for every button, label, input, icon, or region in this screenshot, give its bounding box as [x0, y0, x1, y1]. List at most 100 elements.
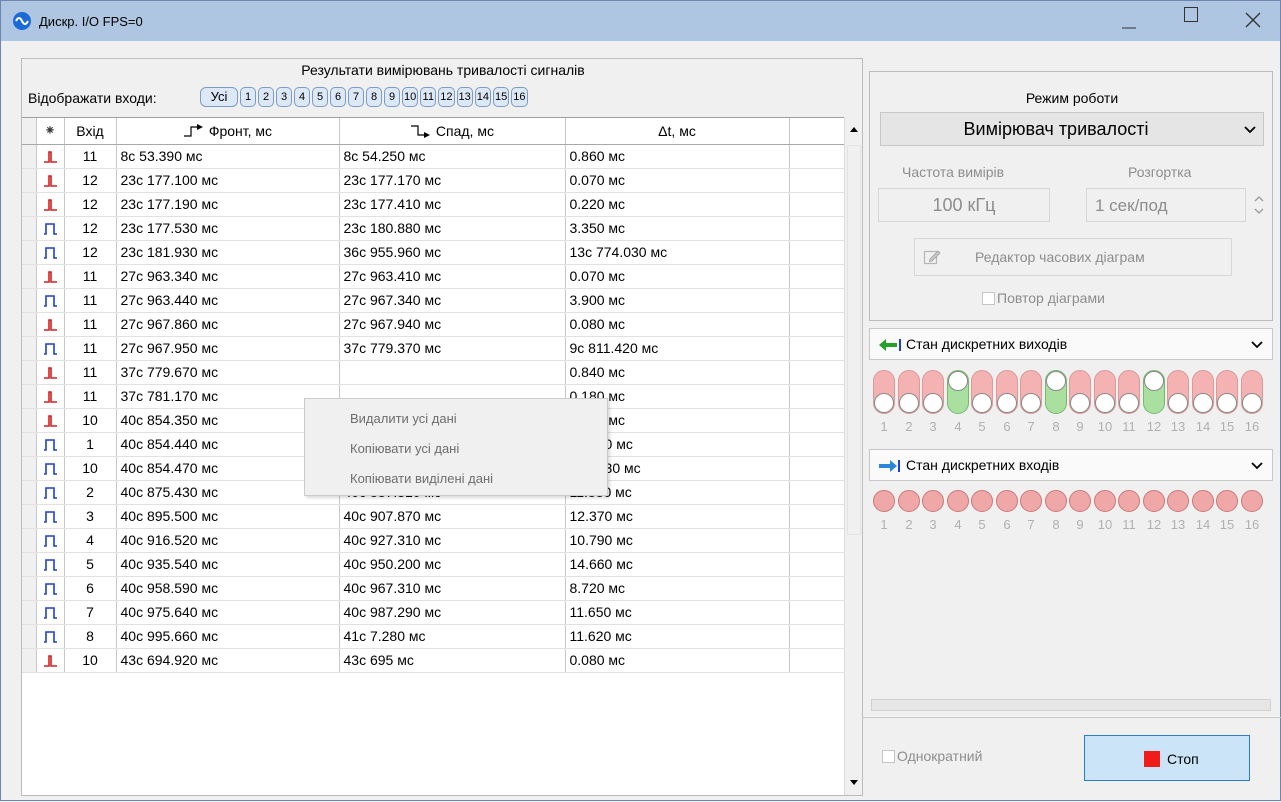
filter-button-2[interactable]: 2 [258, 87, 274, 107]
row-indicator[interactable] [22, 648, 37, 673]
filter-button-4[interactable]: 4 [294, 87, 310, 107]
row-indicator[interactable] [22, 240, 37, 265]
filter-button-1[interactable]: 1 [240, 87, 256, 107]
row-indicator[interactable] [22, 456, 37, 481]
row-indicator[interactable] [22, 624, 37, 649]
row-indicator[interactable] [22, 432, 37, 457]
table-row[interactable]: 12 23с 177.530 мс 23с 180.880 мс 3.350 мс [22, 216, 844, 241]
output-toggle-6[interactable] [996, 370, 1018, 414]
row-indicator[interactable] [22, 144, 37, 169]
row-indicator[interactable] [22, 408, 37, 433]
maximize-button[interactable] [1169, 1, 1215, 41]
table-row[interactable]: 12 23с 177.100 мс 23с 177.170 мс 0.070 мс [22, 168, 844, 193]
row-indicator[interactable] [22, 360, 37, 385]
right-panel-scrollbar[interactable] [871, 699, 1271, 711]
single-shot-checkbox[interactable]: Однократний [882, 748, 982, 764]
filter-button-9[interactable]: 9 [384, 87, 400, 107]
table-row[interactable]: 5 40с 935.540 мс 40с 950.200 мс 14.660 мс [22, 552, 844, 577]
table-row[interactable]: 8 40с 995.660 мс 41с 7.280 мс 11.620 мс [22, 624, 844, 649]
filter-button-13[interactable]: 13 [456, 87, 473, 107]
output-toggle-9[interactable] [1069, 370, 1091, 414]
table-row[interactable]: 11 27с 967.950 мс 37с 779.370 мс 9с 811.420… [22, 336, 844, 361]
output-toggle-10[interactable] [1094, 370, 1116, 414]
scroll-up-icon[interactable] [845, 121, 863, 139]
output-toggle-7[interactable] [1020, 370, 1042, 414]
row-indicator[interactable] [22, 312, 37, 337]
column-header-icon[interactable]: ⁕ [36, 118, 65, 145]
table-row[interactable]: 3 40с 895.500 мс 40с 907.870 мс 12.370 мс [22, 504, 844, 529]
table-vertical-scrollbar[interactable] [844, 117, 862, 795]
scrollbar-thumb[interactable] [847, 145, 861, 535]
column-header-dt[interactable]: Δt, мс [565, 118, 790, 145]
row-indicator[interactable] [22, 504, 37, 529]
sweep-field[interactable]: 1 сек/под [1086, 188, 1246, 222]
filter-button-16[interactable]: 16 [511, 87, 528, 107]
table-row[interactable]: 12 23с 181.930 мс 36с 955.960 мс 13с 774.03… [22, 240, 844, 265]
filter-button-10[interactable]: 10 [402, 87, 419, 107]
table-row[interactable]: 11 27с 963.440 мс 27с 967.340 мс 3.900 мс [22, 288, 844, 313]
stop-button[interactable]: Стоп [1084, 735, 1250, 781]
output-toggle-4[interactable] [947, 370, 969, 414]
output-toggle-13[interactable] [1167, 370, 1189, 414]
row-indicator[interactable] [22, 336, 37, 361]
filter-button-3[interactable]: 3 [276, 87, 292, 107]
output-toggle-11[interactable] [1118, 370, 1140, 414]
column-header-front[interactable]: Фронт, мс [116, 118, 340, 145]
filter-button-all[interactable]: Усі [200, 87, 238, 107]
close-button[interactable] [1229, 1, 1275, 41]
row-indicator[interactable] [22, 264, 37, 289]
filter-button-14[interactable]: 14 [474, 87, 491, 107]
inputs-header[interactable]: Стан дискретних входів [869, 449, 1273, 481]
filter-button-12[interactable]: 12 [438, 87, 455, 107]
repeat-diagram-checkbox[interactable]: Повтор діаграми [982, 290, 1105, 306]
output-toggle-1[interactable] [873, 370, 895, 414]
row-indicator[interactable] [22, 600, 37, 625]
row-indicator[interactable] [22, 528, 37, 553]
output-toggle-14[interactable] [1192, 370, 1214, 414]
checkbox-box[interactable] [982, 292, 995, 305]
column-header-input[interactable]: Вхід [64, 118, 117, 145]
row-indicator[interactable] [22, 168, 37, 193]
filter-button-5[interactable]: 5 [312, 87, 328, 107]
output-toggle-12[interactable] [1143, 370, 1165, 414]
outputs-header[interactable]: Стан дискретних виходів [869, 328, 1273, 360]
table-row[interactable]: 12 23с 177.190 мс 23с 177.410 мс 0.220 мс [22, 192, 844, 217]
filter-button-7[interactable]: 7 [348, 87, 364, 107]
table-row[interactable]: 11 27с 967.860 мс 27с 967.940 мс 0.080 мс [22, 312, 844, 337]
table-row[interactable]: 7 40с 975.640 мс 40с 987.290 мс 11.650 мс [22, 600, 844, 625]
row-indicator[interactable] [22, 192, 37, 217]
menu-item-copy-selected[interactable]: Копіювати виділені дані [350, 471, 493, 486]
row-indicator[interactable] [22, 384, 37, 409]
diagram-editor-button[interactable]: Редактор часових діаграм [914, 238, 1232, 276]
output-toggle-15[interactable] [1216, 370, 1238, 414]
table-row[interactable]: 11 37с 779.670 мс 0.840 мс [22, 360, 844, 385]
filter-button-11[interactable]: 11 [420, 87, 437, 107]
output-toggle-2[interactable] [898, 370, 920, 414]
row-indicator[interactable] [22, 480, 37, 505]
column-header-fall[interactable]: Спад, мс [339, 118, 566, 145]
table-row[interactable]: 11 8с 53.390 мс 8с 54.250 мс 0.860 мс [22, 144, 844, 169]
table-row[interactable]: 6 40с 958.590 мс 40с 967.310 мс 8.720 мс [22, 576, 844, 601]
filter-button-6[interactable]: 6 [330, 87, 346, 107]
sweep-spin-icon[interactable] [1248, 188, 1270, 222]
filter-button-8[interactable]: 8 [366, 87, 382, 107]
mode-select[interactable]: Вимірювач тривалості [880, 112, 1264, 146]
frequency-field[interactable]: 100 кГц [878, 188, 1050, 222]
table-row[interactable]: 11 27с 963.340 мс 27с 963.410 мс 0.070 мс [22, 264, 844, 289]
output-toggle-8[interactable] [1045, 370, 1067, 414]
row-indicator[interactable] [22, 552, 37, 577]
row-indicator[interactable] [22, 288, 37, 313]
scroll-down-icon[interactable] [845, 773, 863, 791]
menu-item-delete-all[interactable]: Видалити усі дані [350, 411, 457, 426]
menu-item-copy-all[interactable]: Копіювати усі дані [350, 441, 459, 456]
row-indicator[interactable] [22, 216, 37, 241]
row-indicator[interactable] [22, 576, 37, 601]
output-toggle-3[interactable] [922, 370, 944, 414]
filter-button-15[interactable]: 15 [493, 87, 510, 107]
table-row[interactable]: 4 40с 916.520 мс 40с 927.310 мс 10.790 мс [22, 528, 844, 553]
minimize-button[interactable] [1106, 1, 1152, 41]
output-toggle-5[interactable] [971, 370, 993, 414]
checkbox-box[interactable] [882, 750, 895, 763]
table-row[interactable]: 10 43с 694.920 мс 43с 695 мс 0.080 мс [22, 648, 844, 673]
output-toggle-16[interactable] [1241, 370, 1263, 414]
